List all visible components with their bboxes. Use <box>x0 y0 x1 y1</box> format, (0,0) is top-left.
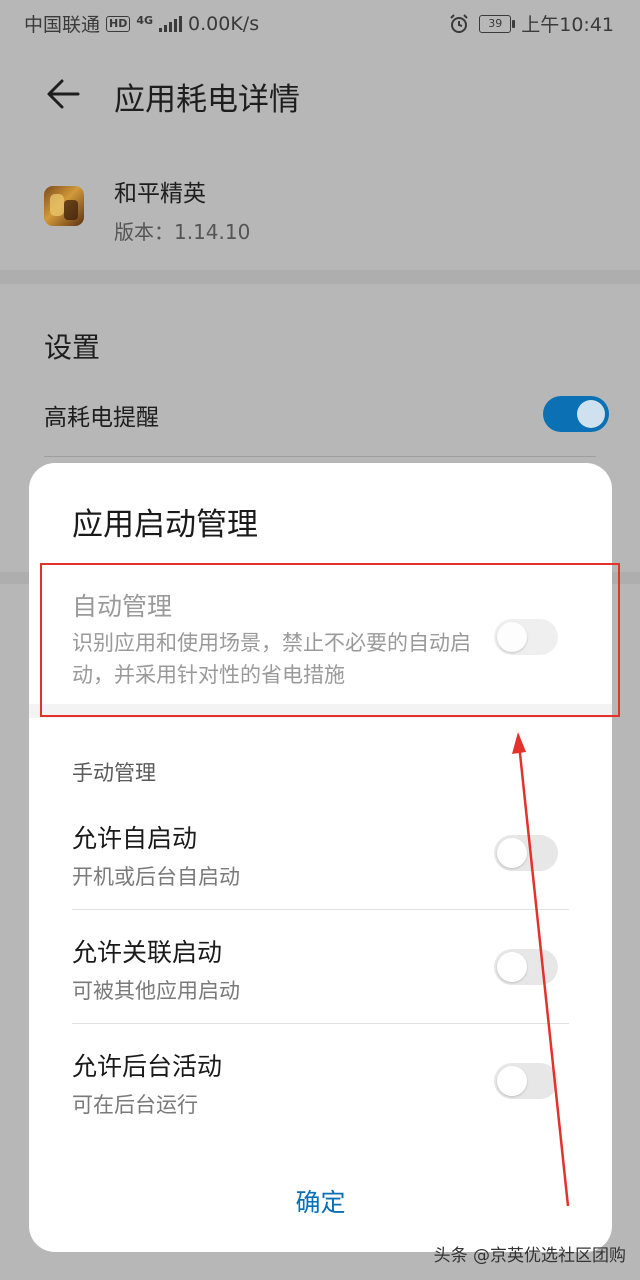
battery-level: 39 <box>488 16 503 30</box>
page-title: 应用耗电详情 <box>114 82 300 118</box>
high-consumption-toggle[interactable] <box>543 396 609 432</box>
allow-auto-start-title: 允许自启动 <box>72 824 198 853</box>
high-consumption-label: 高耗电提醒 <box>44 405 159 431</box>
network-speed: 0.00K/s <box>188 12 260 35</box>
allow-auto-start-subtitle: 开机或后台自启动 <box>72 865 240 889</box>
status-bar: 中国联通 HD 4G 0.00K/s 39 上午10:41 <box>0 0 640 44</box>
section-separator <box>0 270 640 284</box>
clock: 上午10:41 <box>521 14 614 36</box>
app-icon <box>44 186 84 226</box>
watermark: 头条 @京英优选社区团购 <box>433 1246 626 1266</box>
app-info-row: 和平精英 版本：1.14.10 <box>0 160 640 260</box>
settings-section-title: 设置 <box>44 331 101 364</box>
allow-background-subtitle: 可在后台运行 <box>72 1093 198 1117</box>
app-header: 应用耗电详情 <box>0 52 640 140</box>
alarm-icon <box>450 13 468 33</box>
divider <box>72 909 569 910</box>
allow-background-title: 允许后台活动 <box>72 1052 223 1081</box>
network-type: 4G <box>136 14 154 27</box>
app-version: 版本：1.14.10 <box>114 220 251 244</box>
app-name: 和平精英 <box>114 181 206 207</box>
divider <box>72 1023 569 1024</box>
carrier-label: 中国联通 <box>24 14 101 36</box>
annotation-arrow-icon <box>512 732 570 1207</box>
allow-linked-start-title: 允许关联启动 <box>72 938 223 967</box>
hd-badge: HD <box>106 15 131 32</box>
signal-icon <box>159 15 183 32</box>
back-arrow-icon[interactable] <box>44 76 84 112</box>
dialog-title: 应用启动管理 <box>72 507 258 543</box>
divider <box>44 456 596 457</box>
allow-linked-start-subtitle: 可被其他应用启动 <box>72 979 240 1003</box>
manual-manage-title: 手动管理 <box>72 761 156 785</box>
highlight-box <box>40 563 620 717</box>
battery-icon: 39 <box>479 14 516 33</box>
